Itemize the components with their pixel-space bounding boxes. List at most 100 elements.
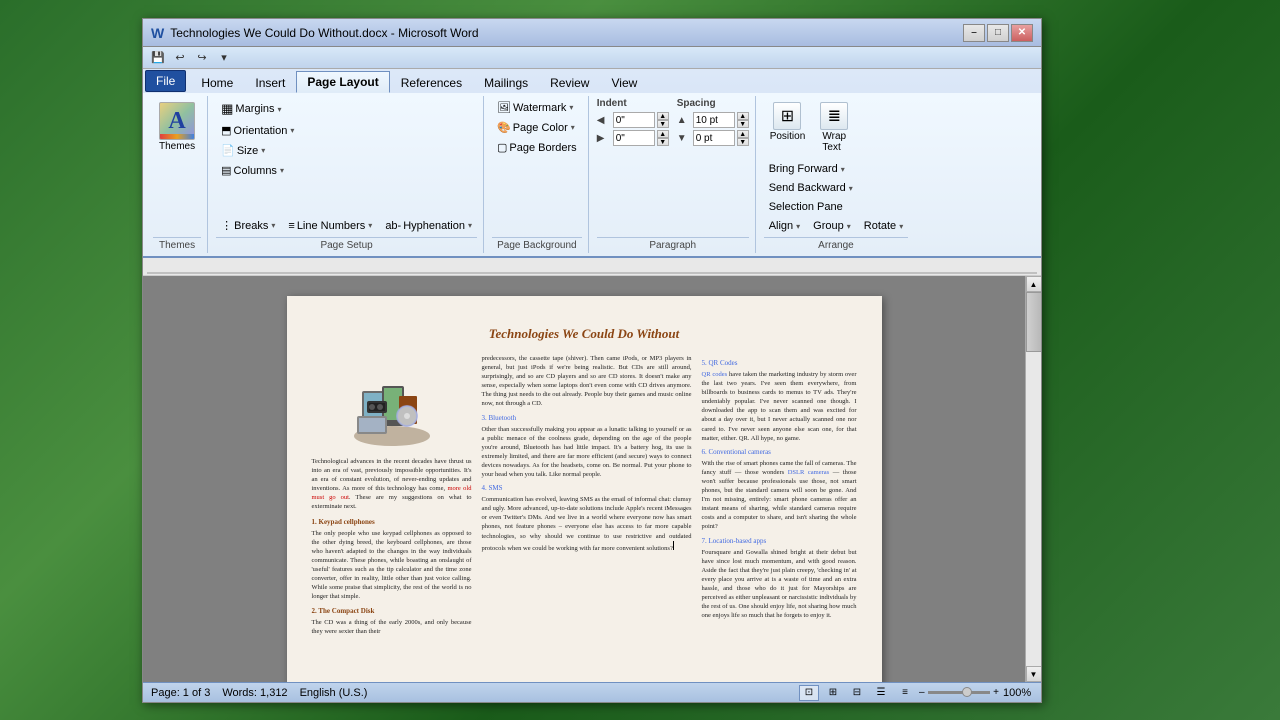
status-bar: Page: 1 of 3 Words: 1,312 English (U.S.)… [143, 682, 1041, 702]
ruler-svg [147, 259, 1037, 275]
margins-button[interactable]: ▦ Margins ▾ [216, 98, 286, 120]
indent-right-row: ▶ 0" ▲ ▼ [597, 130, 669, 146]
spacing-after-down[interactable]: ▼ [737, 138, 749, 146]
close-button[interactable]: ✕ [1011, 24, 1033, 42]
tab-insert[interactable]: Insert [244, 71, 296, 93]
hyphenation-dropdown-icon: ▾ [468, 221, 472, 230]
paragraph-group-label: Paragraph [597, 237, 749, 251]
maximize-button[interactable]: □ [987, 24, 1009, 42]
tab-home[interactable]: Home [190, 71, 244, 93]
paragraph-group: Indent ◀ 0" ▲ ▼ [591, 96, 756, 253]
page-color-label: Page Color [513, 122, 568, 134]
page-background-group: 🖼 Watermark ▾ 🎨 Page Color ▾ ▢ Page Bord… [486, 96, 589, 253]
spacing-before-down[interactable]: ▼ [737, 120, 749, 128]
tab-file[interactable]: File [145, 70, 186, 92]
wrap-text-icon: ≣ [820, 102, 848, 130]
tab-references[interactable]: References [390, 71, 473, 93]
language-info: English (U.S.) [300, 687, 368, 699]
page-borders-button[interactable]: ▢ Page Borders [492, 138, 582, 157]
zoom-track[interactable] [928, 691, 991, 694]
indent-left-icon: ◀ [597, 115, 611, 126]
section-6-heading: 6. Conventional cameras [702, 448, 857, 456]
section-4-text: Communication has evolved, leaving SMS a… [482, 495, 692, 553]
indent-right-input[interactable]: 0" [613, 130, 655, 146]
section-7-heading: 7. Location-based apps [702, 537, 857, 545]
zoom-out-icon[interactable]: – [919, 687, 925, 698]
draft-view-btn[interactable]: ≡ [895, 685, 915, 701]
margins-dropdown-icon: ▾ [278, 105, 282, 114]
tab-view[interactable]: View [600, 71, 648, 93]
zoom-thumb[interactable] [962, 687, 972, 697]
scroll-track[interactable] [1026, 292, 1042, 666]
undo-icon[interactable]: ↩ [171, 49, 189, 67]
spacing-after-up[interactable]: ▲ [737, 130, 749, 138]
print-layout-view-btn[interactable]: ⊡ [799, 685, 819, 701]
indent-right-up[interactable]: ▲ [657, 130, 669, 138]
zoom-slider[interactable]: – + [919, 687, 999, 699]
section-5-text: QR codes have taken the marketing indust… [702, 370, 857, 443]
scroll-up-button[interactable]: ▲ [1026, 276, 1042, 292]
indent-right-down[interactable]: ▼ [657, 138, 669, 146]
indent-left-input[interactable]: 0" [613, 112, 655, 128]
redo-icon[interactable]: ↪ [193, 49, 211, 67]
page-color-button[interactable]: 🎨 Page Color ▾ [492, 118, 580, 137]
themes-button[interactable]: A Themes [153, 98, 201, 156]
wrap-text-button[interactable]: ≣ WrapText [814, 98, 854, 157]
tab-page-layout[interactable]: Page Layout [296, 71, 389, 93]
scroll-down-button[interactable]: ▼ [1026, 666, 1042, 682]
page-color-dropdown-icon: ▾ [571, 123, 575, 132]
position-label: Position [770, 131, 806, 142]
watermark-label: Watermark [513, 102, 566, 114]
position-button[interactable]: ⊞ Position [764, 98, 812, 157]
columns-label: Columns [234, 165, 277, 177]
web-layout-view-btn[interactable]: ⊟ [847, 685, 867, 701]
indent-left-up[interactable]: ▲ [657, 112, 669, 120]
section-5-heading: 5. QR Codes [702, 359, 857, 367]
bring-forward-button[interactable]: Bring Forward ▾ [764, 160, 850, 178]
link-old-must-go[interactable]: more old must go out [312, 485, 472, 501]
rotate-button[interactable]: Rotate ▾ [859, 217, 908, 235]
spacing-label: Spacing [677, 98, 749, 109]
spacing-after-input[interactable]: 0 pt [693, 130, 735, 146]
indent-left-down[interactable]: ▼ [657, 120, 669, 128]
window-controls: – □ ✕ [963, 24, 1033, 42]
section-6-text: With the rise of smart phones came the f… [702, 459, 857, 532]
spacing-before-input[interactable]: 10 pt [693, 112, 735, 128]
qr-link[interactable]: QR codes [702, 371, 728, 378]
selection-pane-button[interactable]: Selection Pane [764, 198, 848, 216]
line-numbers-button[interactable]: ≡ Line Numbers ▾ [283, 216, 377, 235]
column-left: Technological advances in the recent dec… [312, 354, 472, 682]
send-backward-button[interactable]: Send Backward ▾ [764, 179, 858, 197]
save-icon[interactable]: 💾 [149, 49, 167, 67]
page-columns-layout: Technological advances in the recent dec… [312, 354, 857, 682]
section-2-heading: 2. The Compact Disk [312, 607, 472, 615]
text-cursor [673, 541, 674, 550]
zoom-in-icon[interactable]: + [993, 687, 999, 698]
hyphenation-button[interactable]: ab- Hyphenation ▾ [380, 216, 477, 235]
breaks-button[interactable]: ⋮ Breaks ▾ [216, 216, 280, 235]
size-button[interactable]: 📄 Size ▾ [216, 141, 270, 160]
watermark-button[interactable]: 🖼 Watermark ▾ [492, 98, 578, 117]
align-button[interactable]: Align ▾ [764, 217, 805, 235]
group-button[interactable]: Group ▾ [808, 217, 856, 235]
outline-view-btn[interactable]: ☰ [871, 685, 891, 701]
document-scroll-area[interactable]: Technologies We Could Do Without [143, 276, 1025, 682]
columns-button[interactable]: ▤ Columns ▾ [216, 161, 289, 180]
line-numbers-dropdown-icon: ▾ [368, 221, 372, 230]
vertical-scrollbar[interactable]: ▲ ▼ [1025, 276, 1041, 682]
scroll-thumb[interactable] [1026, 292, 1042, 352]
customize-quick-access-icon[interactable]: ▾ [215, 49, 233, 67]
themes-button-label: Themes [159, 141, 195, 152]
tab-review[interactable]: Review [539, 71, 600, 93]
size-dropdown-icon: ▾ [261, 146, 265, 155]
dslr-link[interactable]: DSLR cameras [788, 469, 829, 476]
section-2-continued: predecessors, the cassette tape (shiver)… [482, 354, 692, 409]
tab-mailings[interactable]: Mailings [473, 71, 539, 93]
orientation-button[interactable]: ⬒ Orientation ▾ [216, 121, 299, 140]
full-screen-view-btn[interactable]: ⊞ [823, 685, 843, 701]
spacing-before-up[interactable]: ▲ [737, 112, 749, 120]
minimize-button[interactable]: – [963, 24, 985, 42]
spacing-after-spinners: ▲ ▼ [737, 130, 749, 146]
spacing-before-icon: ▲ [677, 115, 691, 126]
page-background-group-label: Page Background [492, 237, 582, 251]
